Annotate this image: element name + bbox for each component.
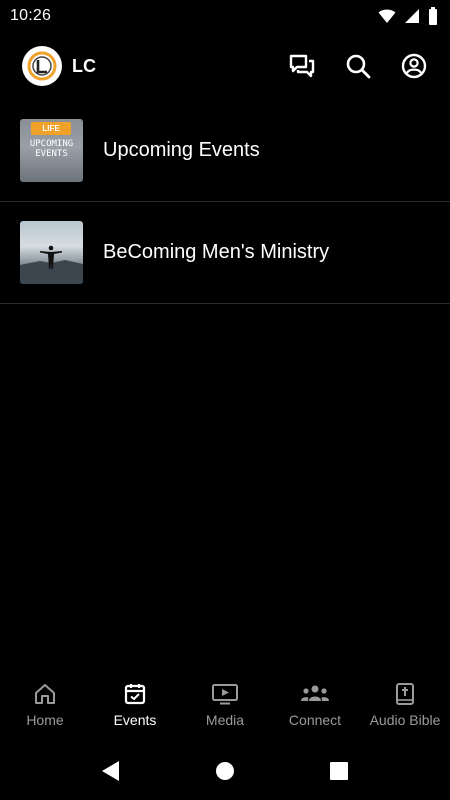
app-logo[interactable] — [22, 46, 62, 86]
mens-ministry-thumbnail — [20, 221, 83, 284]
nav-label: Home — [26, 712, 64, 728]
nav-label: Events — [113, 712, 157, 728]
thumb-text: UPCOMING EVENTS — [20, 139, 83, 159]
list-item-label: Upcoming Events — [103, 139, 260, 161]
calendar-icon — [124, 684, 146, 705]
list-item-label: BeComing Men's Ministry — [103, 241, 330, 263]
status-icons — [378, 7, 438, 25]
bottom-nav: Home Events Media Connect Audio Bible — [0, 670, 450, 742]
search-icon[interactable] — [344, 52, 372, 80]
man-silhouette-icon — [20, 245, 83, 284]
status-time: 10:26 — [10, 7, 52, 24]
people-icon — [301, 685, 329, 701]
back-icon[interactable] — [99, 759, 123, 783]
nav-item-audio-bible[interactable]: Audio Bible — [360, 670, 450, 742]
list-item-upcoming-events[interactable]: LIFE UPCOMING EVENTS Upcoming Events — [0, 100, 450, 202]
nav-item-home[interactable]: Home — [0, 670, 90, 742]
nav-label: Audio Bible — [369, 712, 441, 728]
list-item-mens-ministry[interactable]: BeComing Men's Ministry — [0, 202, 450, 304]
thumb-text-line2: EVENTS — [35, 149, 68, 159]
content-list: LIFE UPCOMING EVENTS Upcoming Events BeC… — [0, 100, 450, 304]
nav-label: Connect — [288, 712, 342, 728]
app-title: LC — [72, 55, 96, 76]
recents-icon[interactable] — [327, 759, 351, 783]
home-icon — [35, 684, 55, 704]
media-icon — [212, 684, 238, 705]
signal-icon — [404, 8, 420, 24]
bible-icon — [396, 683, 414, 705]
nav-item-media[interactable]: Media — [180, 670, 270, 742]
thumb-text-line1: UPCOMING — [29, 139, 74, 149]
system-nav — [0, 742, 450, 800]
nav-label: Media — [205, 712, 245, 728]
app-actions — [288, 52, 428, 80]
nav-item-connect[interactable]: Connect — [270, 670, 360, 742]
home-button-icon[interactable] — [213, 759, 237, 783]
thumb-badge: LIFE — [31, 122, 71, 135]
wifi-icon — [378, 8, 396, 24]
app-bar: LC — [0, 40, 450, 92]
account-icon[interactable] — [400, 52, 428, 80]
nav-item-events[interactable]: Events — [90, 670, 180, 742]
logo-icon — [27, 51, 57, 81]
battery-icon — [428, 7, 438, 25]
screen: 10:26 LC LIFE UPCOMING EVENTS Upcoming E… — [0, 0, 450, 800]
status-bar: 10:26 — [0, 0, 450, 32]
chat-icon[interactable] — [288, 52, 316, 80]
upcoming-events-thumbnail: LIFE UPCOMING EVENTS — [20, 119, 83, 182]
